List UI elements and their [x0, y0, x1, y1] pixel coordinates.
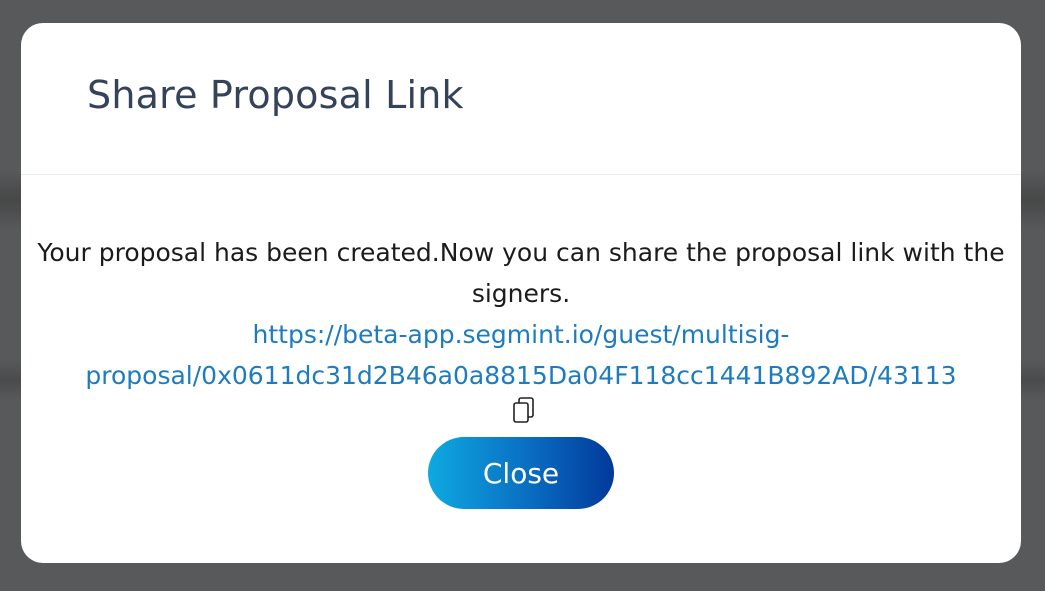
share-proposal-dialog: Share Proposal Link Your proposal has be…: [21, 23, 1021, 563]
dialog-message: Your proposal has been created.Now you c…: [37, 238, 1005, 308]
dialog-body: Your proposal has been created.Now you c…: [21, 176, 1021, 440]
proposal-link-block: https://beta-app.segmint.io/guest/multis…: [71, 314, 971, 440]
dialog-header: Share Proposal Link: [21, 23, 1021, 175]
proposal-link-line-1[interactable]: https://beta-app.segmint.io/guest/multis…: [253, 320, 790, 349]
proposal-link-line-2[interactable]: proposal/0x0611dc31d2B46a0a8815Da04F118c…: [85, 361, 956, 390]
close-button[interactable]: Close: [428, 437, 614, 509]
copy-icon[interactable]: [512, 396, 536, 426]
dialog-title: Share Proposal Link: [87, 73, 464, 117]
